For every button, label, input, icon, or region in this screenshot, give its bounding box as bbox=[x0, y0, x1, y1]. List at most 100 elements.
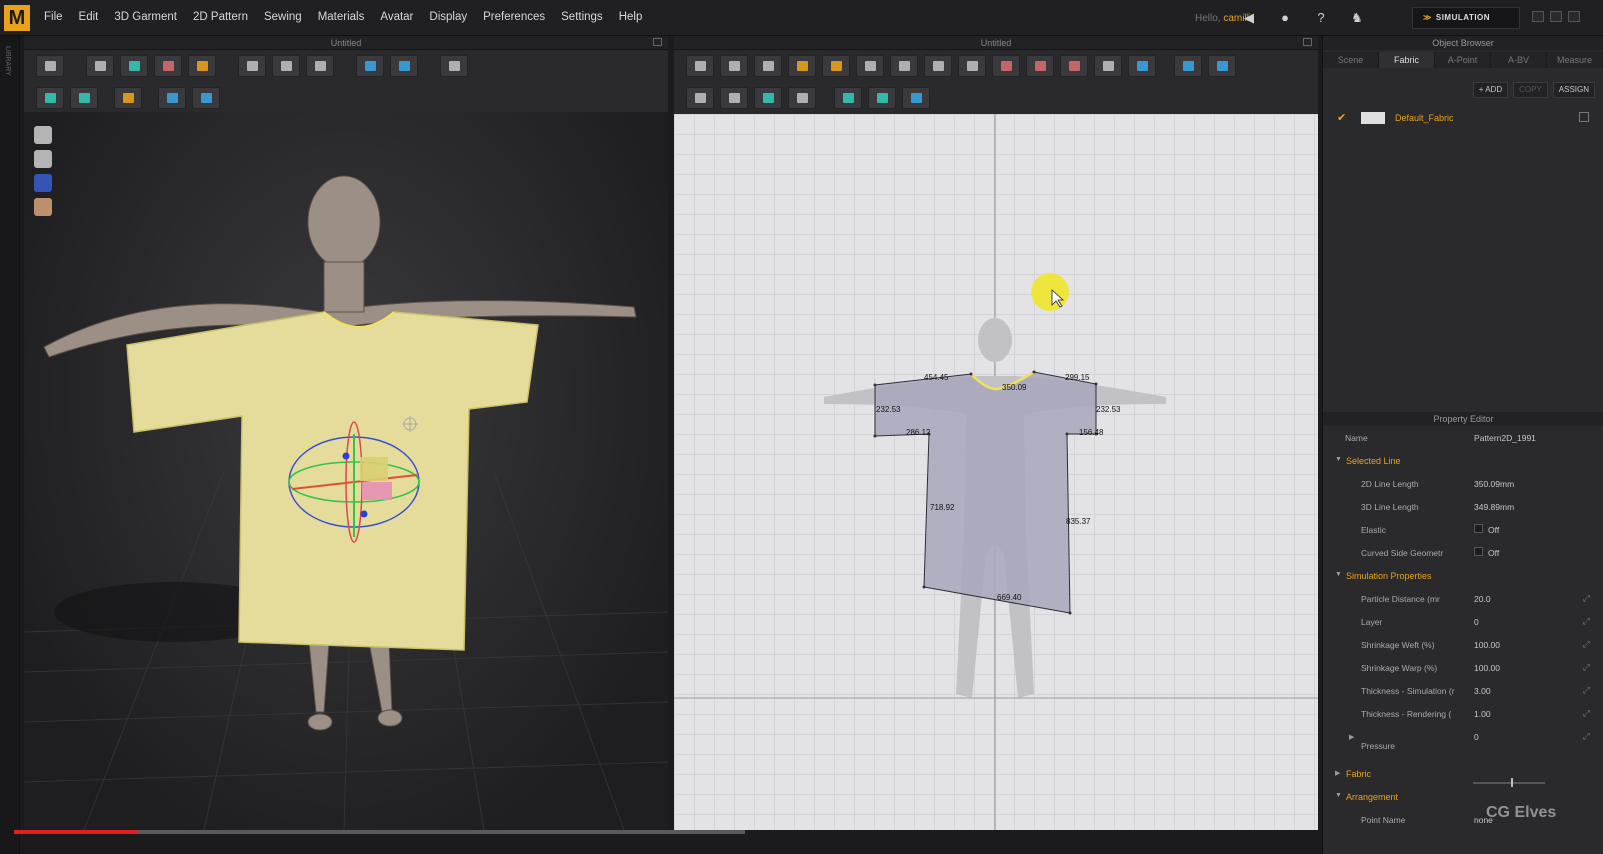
menu-preferences[interactable]: Preferences bbox=[483, 11, 545, 23]
tack-sewing-icon[interactable] bbox=[788, 87, 816, 109]
minimize-button[interactable] bbox=[1532, 11, 1544, 22]
tab-fabric[interactable]: Fabric bbox=[1379, 52, 1435, 68]
section-simulation-properties[interactable]: ▼ Simulation Properties bbox=[1323, 564, 1603, 587]
user-icon[interactable]: ● bbox=[1277, 10, 1293, 26]
simulation-mode-button[interactable]: ≫ SIMULATION bbox=[1412, 7, 1520, 29]
pattern-flip-icon[interactable] bbox=[192, 87, 220, 109]
tack-tool-icon[interactable] bbox=[238, 55, 266, 77]
checker-2d-icon[interactable] bbox=[868, 87, 896, 109]
elastic-checkbox[interactable] bbox=[1474, 524, 1483, 533]
maximize-icon[interactable] bbox=[653, 38, 662, 46]
menu-help[interactable]: Help bbox=[619, 11, 643, 23]
section-fabric[interactable]: ▶ Fabric bbox=[1323, 762, 1603, 785]
avatar-display-icon[interactable] bbox=[34, 150, 52, 168]
pin-icon[interactable]: ⤢ bbox=[1583, 708, 1590, 719]
property-value[interactable]: 100.00 bbox=[1474, 640, 1500, 650]
rectangle-tool-icon[interactable] bbox=[890, 55, 918, 77]
edit-pattern-icon[interactable] bbox=[686, 55, 714, 77]
pattern-piece-front[interactable] bbox=[874, 371, 1097, 614]
copy-button[interactable]: COPY bbox=[1513, 82, 1548, 98]
graphic-tool-icon[interactable] bbox=[902, 87, 930, 109]
menu-2d-pattern[interactable]: 2D Pattern bbox=[193, 11, 248, 23]
restore-button[interactable] bbox=[1550, 11, 1562, 22]
help-icon[interactable]: ? bbox=[1313, 10, 1329, 26]
app-logo[interactable]: M bbox=[4, 5, 30, 31]
menu-display[interactable]: Display bbox=[429, 11, 467, 23]
library-strip[interactable]: LIBRARY bbox=[0, 36, 20, 854]
menu-materials[interactable]: Materials bbox=[318, 11, 365, 23]
property-value[interactable]: 0 bbox=[1474, 617, 1479, 627]
dart-tool-icon[interactable] bbox=[1094, 55, 1122, 77]
assign-button[interactable]: ASSIGN bbox=[1552, 82, 1595, 98]
menu-3d-garment[interactable]: 3D Garment bbox=[114, 11, 177, 23]
menu-sewing[interactable]: Sewing bbox=[264, 11, 302, 23]
curved-side-checkbox[interactable] bbox=[1474, 547, 1483, 556]
select-texture-icon[interactable] bbox=[1174, 55, 1202, 77]
free-sewing-icon[interactable] bbox=[720, 87, 748, 109]
pin-icon[interactable]: ⤢ bbox=[1583, 685, 1590, 696]
pin-icon[interactable]: ⤢ bbox=[1583, 639, 1590, 650]
edit-point-icon[interactable] bbox=[788, 55, 816, 77]
pin-tool-icon[interactable] bbox=[188, 55, 216, 77]
tab-measure[interactable]: Measure bbox=[1547, 52, 1603, 68]
tab-a-bv[interactable]: A-BV bbox=[1491, 52, 1547, 68]
close-button[interactable] bbox=[1568, 11, 1580, 22]
face-display-icon[interactable] bbox=[34, 198, 52, 216]
pattern-select-icon[interactable] bbox=[158, 87, 186, 109]
scale-texture-icon[interactable] bbox=[1208, 55, 1236, 77]
select-garment-icon[interactable] bbox=[120, 55, 148, 77]
play-texture-icon[interactable] bbox=[36, 87, 64, 109]
pin-icon[interactable]: ⤢ bbox=[1583, 731, 1590, 742]
video-progress-bar[interactable] bbox=[14, 830, 745, 834]
checker-texture-icon[interactable] bbox=[70, 87, 98, 109]
internal-rectangle-icon[interactable] bbox=[1026, 55, 1054, 77]
property-value[interactable]: 20.0 bbox=[1474, 594, 1491, 604]
edit-curvature-icon[interactable] bbox=[754, 55, 782, 77]
expand-arrow-icon[interactable]: ▶ bbox=[1349, 733, 1354, 741]
section-arrangement[interactable]: ▼ Arrangement bbox=[1323, 785, 1603, 808]
polygon-tool-icon[interactable] bbox=[856, 55, 884, 77]
square-tool-icon[interactable] bbox=[924, 55, 952, 77]
menu-avatar[interactable]: Avatar bbox=[380, 11, 413, 23]
circle-tool-icon[interactable] bbox=[958, 55, 986, 77]
shirt-view-icon[interactable] bbox=[356, 55, 384, 77]
menu-file[interactable]: File bbox=[44, 11, 63, 23]
trace-tool-icon[interactable] bbox=[1128, 55, 1156, 77]
property-value[interactable]: 1.00 bbox=[1474, 709, 1491, 719]
add-button[interactable]: + ADD bbox=[1472, 82, 1509, 98]
steam-tool-icon[interactable] bbox=[272, 55, 300, 77]
save-icon[interactable] bbox=[36, 55, 64, 77]
viewport-2d[interactable]: 454.45 350.09 299.15 232.53 232.53 286.1… bbox=[674, 114, 1318, 830]
fold-garment-icon[interactable] bbox=[154, 55, 182, 77]
fitting-icon[interactable] bbox=[114, 87, 142, 109]
avatar-settings-icon[interactable]: ♞ bbox=[1349, 10, 1365, 26]
speaker-icon[interactable]: ◀ bbox=[1241, 10, 1257, 26]
menu-settings[interactable]: Settings bbox=[561, 11, 603, 23]
measure-avatar-icon[interactable] bbox=[306, 55, 334, 77]
pose-display-icon[interactable] bbox=[34, 174, 52, 192]
tab-scene[interactable]: Scene bbox=[1323, 52, 1379, 68]
pin-icon[interactable]: ⤢ bbox=[1583, 662, 1590, 673]
add-point-icon[interactable] bbox=[822, 55, 850, 77]
menu-edit[interactable]: Edit bbox=[79, 11, 99, 23]
property-value[interactable]: Pattern2D_1991 bbox=[1474, 433, 1536, 443]
tab-a-point[interactable]: A-Point bbox=[1435, 52, 1491, 68]
property-value[interactable]: 350.09mm bbox=[1474, 479, 1514, 489]
pose-tool-icon[interactable] bbox=[440, 55, 468, 77]
shirt-display-icon[interactable] bbox=[34, 126, 52, 144]
property-value[interactable]: 3.00 bbox=[1474, 686, 1491, 696]
viewport-3d[interactable] bbox=[24, 112, 668, 830]
edit-sewing-icon[interactable] bbox=[754, 87, 782, 109]
segment-sewing-icon[interactable] bbox=[686, 87, 714, 109]
fabric-list-item[interactable]: ✔ Default_Fabric bbox=[1333, 110, 1595, 126]
pin-icon[interactable]: ⤢ bbox=[1583, 616, 1590, 627]
pin-icon[interactable]: ⤢ bbox=[1583, 593, 1590, 604]
fabric-save-icon[interactable] bbox=[1579, 112, 1589, 122]
transform-pattern-icon[interactable] bbox=[720, 55, 748, 77]
maximize-icon[interactable] bbox=[1303, 38, 1312, 46]
box-view-icon[interactable] bbox=[390, 55, 418, 77]
property-value[interactable]: 100.00 bbox=[1474, 663, 1500, 673]
property-value[interactable]: 0 bbox=[1474, 732, 1479, 742]
transform-tool-icon[interactable] bbox=[86, 55, 114, 77]
play-texture-2d-icon[interactable] bbox=[834, 87, 862, 109]
